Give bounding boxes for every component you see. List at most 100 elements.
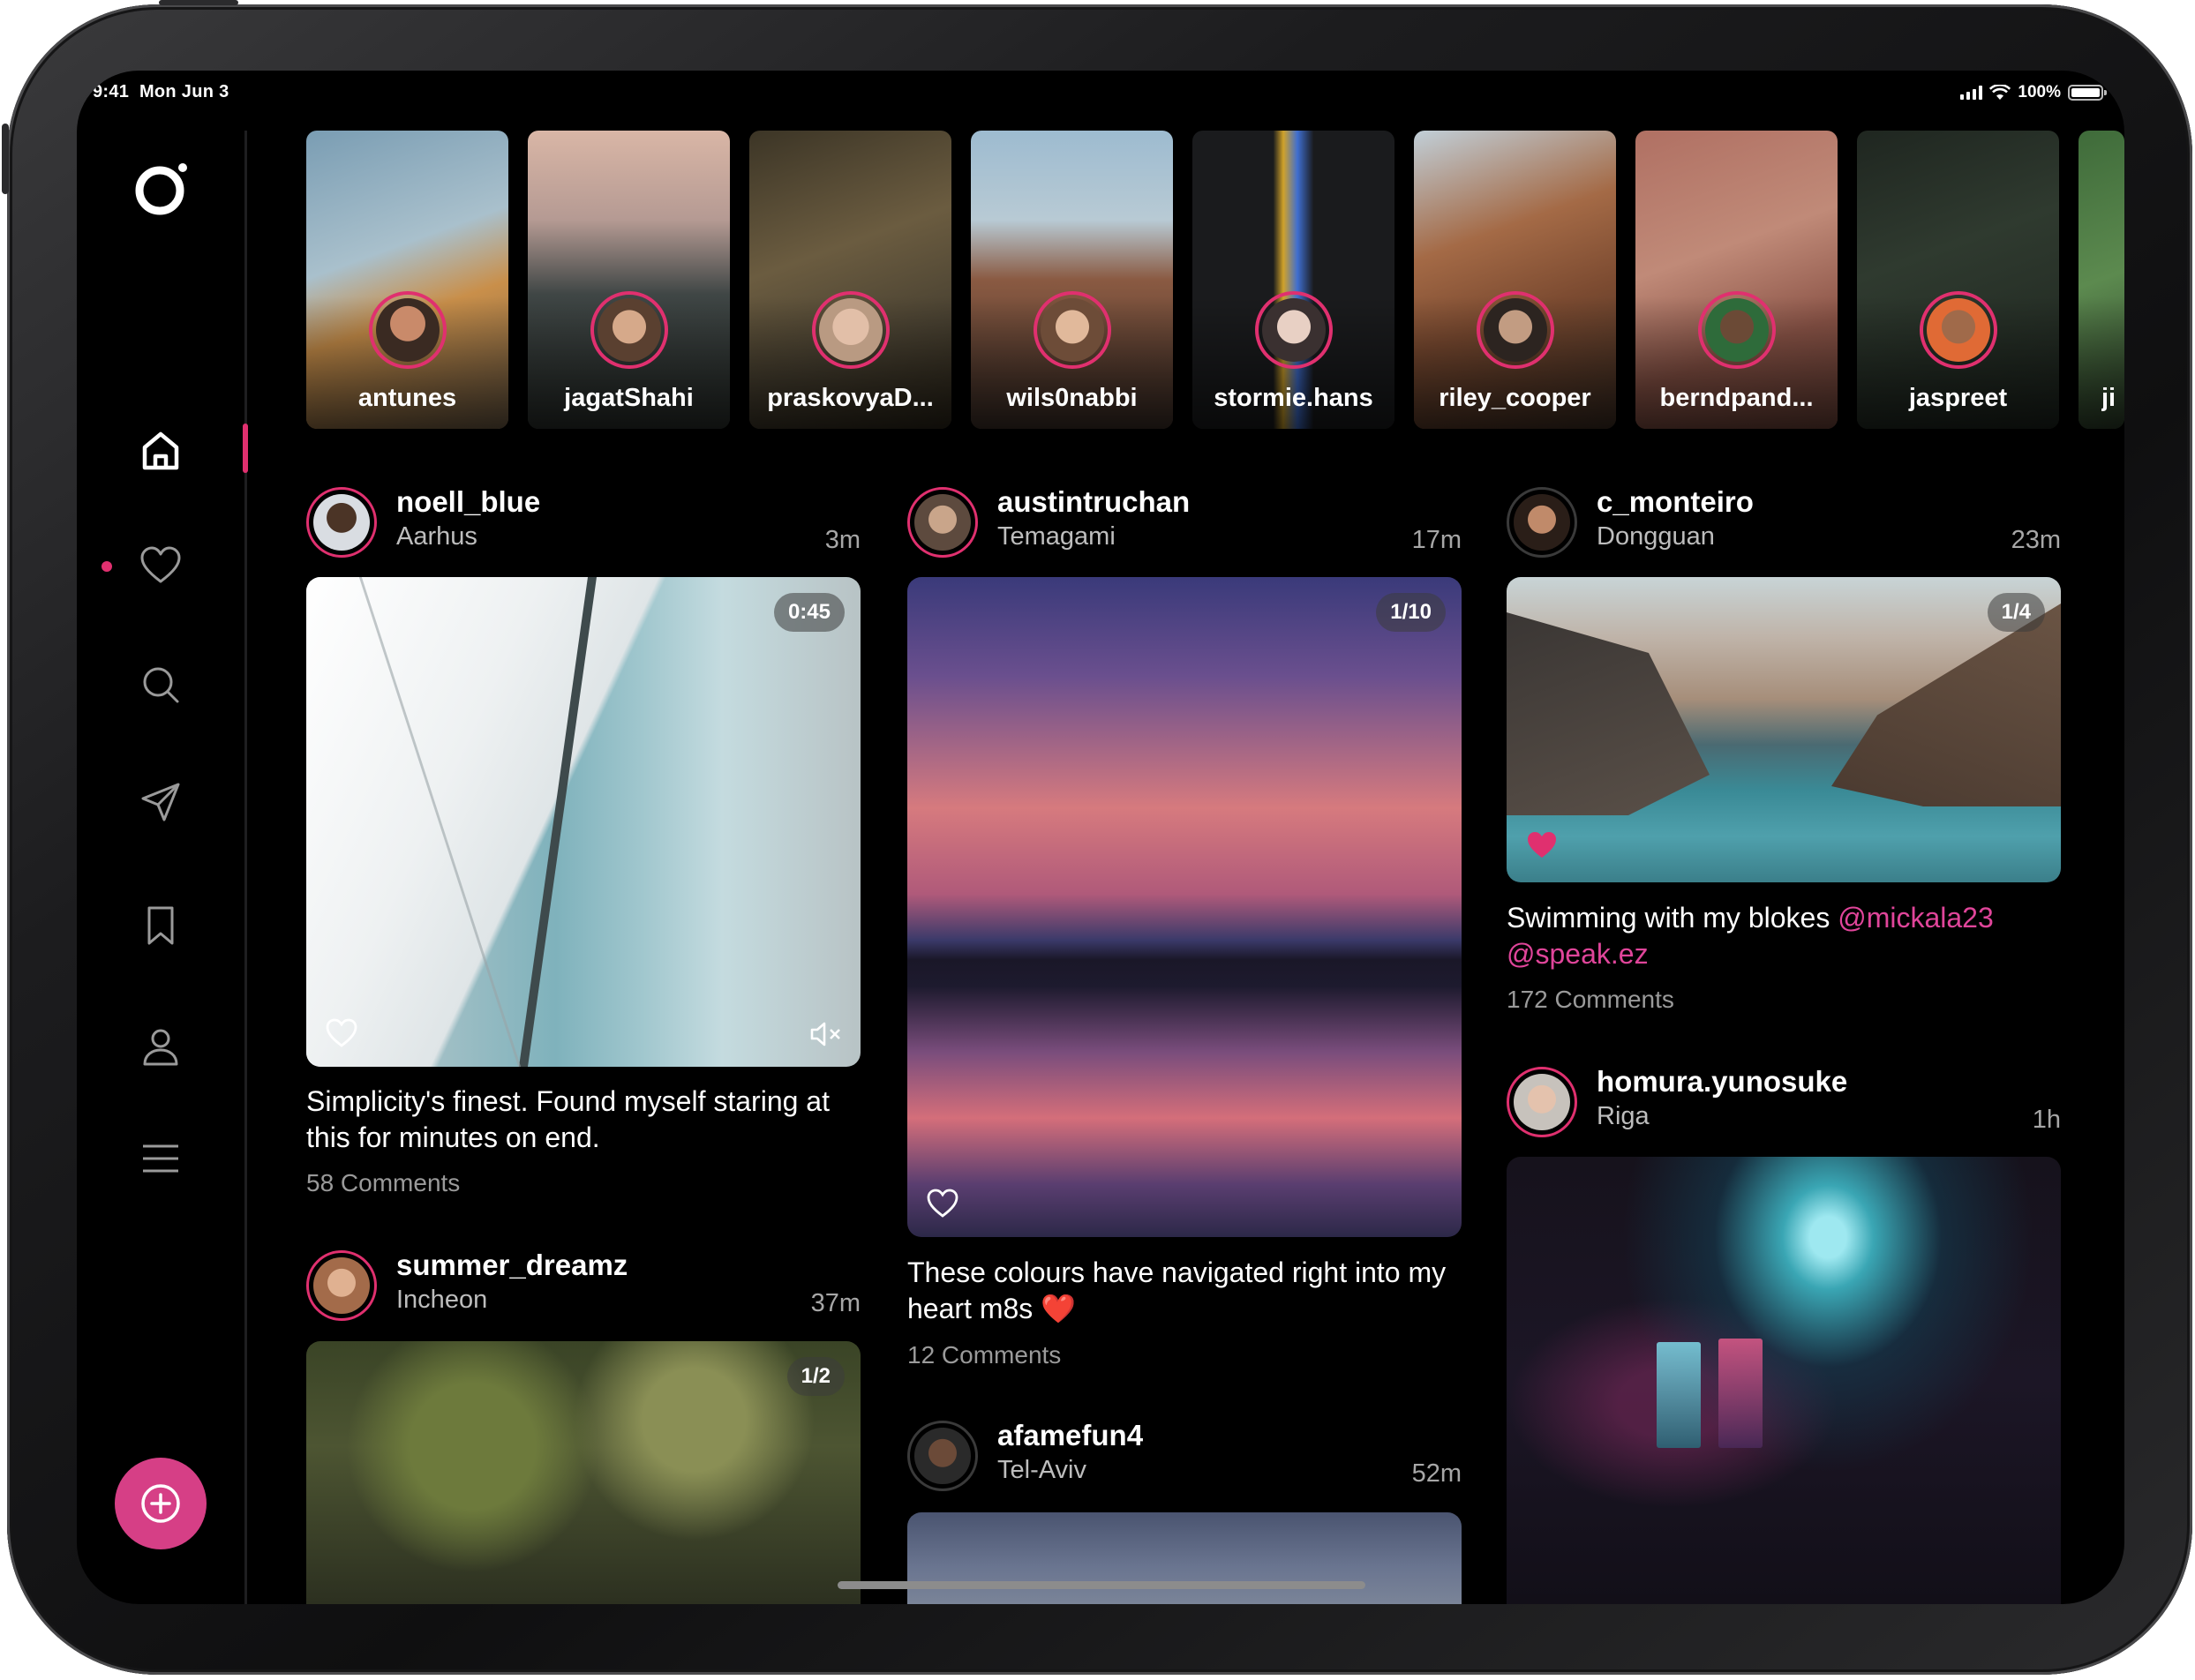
mention-link[interactable]: @speak.ez (1507, 938, 1649, 970)
post-location: Dongguan (1597, 522, 1715, 551)
post-username[interactable]: noell_blue (396, 485, 540, 519)
post-time: 1h (2032, 1106, 2061, 1134)
story-card[interactable]: jagatShahi (528, 131, 730, 429)
nav-messages-button[interactable] (133, 775, 188, 829)
comments-link[interactable]: 172 Comments (1507, 986, 1674, 1014)
post-header: austintruchan Temagami 17m (907, 485, 1462, 559)
top-button (159, 0, 238, 5)
story-card[interactable]: praskovyaD... (749, 131, 951, 429)
notification-dot (101, 561, 112, 572)
post-username[interactable]: c_monteiro (1597, 485, 1754, 519)
nav-search-button[interactable] (133, 657, 188, 712)
post-image (306, 1341, 861, 1604)
story-avatar (1698, 291, 1776, 369)
story-avatar (1034, 291, 1111, 369)
post-username[interactable]: homura.yunosuke (1597, 1065, 1847, 1099)
post-caption: Simplicity's finest. Found myself starin… (306, 1085, 830, 1153)
profile-icon (143, 1029, 178, 1066)
mention-link[interactable]: @mickala23 (1838, 902, 1994, 934)
battery-percent: 100% (2018, 83, 2061, 101)
video-duration-badge: 0:45 (773, 593, 845, 632)
nav-profile-button[interactable] (133, 1019, 188, 1074)
bookmark-icon (147, 906, 174, 945)
mute-icon[interactable] (809, 1021, 843, 1047)
story-username: berndpand... (1659, 384, 1814, 412)
post-header: homura.yunosuke Riga 1h (1507, 1065, 2061, 1139)
carousel-counter: 1/4 (1987, 593, 2045, 632)
post-media[interactable] (1507, 1157, 2061, 1604)
story-card[interactable]: riley_cooper (1414, 131, 1616, 429)
post-time: 37m (810, 1289, 861, 1317)
avatar[interactable] (1507, 1067, 1577, 1137)
post-media[interactable]: 1/2 (306, 1341, 861, 1604)
battery-icon (2068, 85, 2107, 101)
post-header: noell_blue Aarhus 3m (306, 485, 861, 559)
story-username: antunes (357, 384, 457, 412)
liked-heart-icon[interactable] (1524, 828, 1560, 863)
post-location: Riga (1597, 1102, 1650, 1130)
post-time: 52m (1411, 1459, 1462, 1488)
story-username: wils0nabbi (1006, 384, 1138, 412)
story-avatar (1477, 291, 1554, 369)
avatar[interactable] (1507, 487, 1577, 558)
story-username: jagatShahi (564, 384, 694, 412)
post-image (1507, 1157, 2061, 1604)
post-image (907, 1512, 1462, 1604)
sidebar (77, 71, 246, 1604)
nav-saved-button[interactable] (133, 898, 188, 953)
create-post-button[interactable] (115, 1458, 207, 1549)
post-media[interactable]: 1/10 (907, 577, 1462, 1237)
post-header: afamefun4 Tel-Aviv 52m (907, 1419, 1462, 1493)
signal-icon (1960, 86, 1983, 100)
heart-icon (140, 546, 181, 583)
story-card[interactable]: ji (2078, 131, 2124, 429)
story-username: stormie.hans (1214, 384, 1373, 412)
send-icon (141, 783, 180, 821)
story-avatar (590, 291, 668, 369)
story-card[interactable]: wils0nabbi (971, 131, 1173, 429)
status-icons: 100% (1960, 83, 2107, 102)
post-header: summer_dreamz Incheon 37m (306, 1249, 861, 1323)
screen: 9:41 Mon Jun 3 100% antunes jagatShahi p… (77, 71, 2124, 1604)
like-icon[interactable] (925, 1186, 960, 1221)
home-indicator (838, 1581, 1365, 1589)
nav-menu-button[interactable] (133, 1131, 188, 1186)
caption-text: Swimming with my blokes (1507, 902, 1830, 934)
story-username: jaspreet (1908, 384, 2008, 412)
post-media[interactable]: 0:45 (306, 577, 861, 1067)
sidebar-divider (244, 131, 247, 1604)
heart-emoji: ❤️ (1041, 1293, 1077, 1324)
post-time: 3m (824, 526, 861, 554)
home-icon (142, 431, 179, 470)
post-image (907, 577, 1462, 1237)
post-location: Aarhus (396, 522, 477, 551)
post-username[interactable]: afamefun4 (997, 1419, 1143, 1452)
story-card[interactable]: berndpand... (1635, 131, 1838, 429)
post-media[interactable]: 1/4 (1507, 577, 2061, 882)
post-time: 17m (1411, 526, 1462, 554)
avatar[interactable] (907, 1421, 978, 1491)
comments-link[interactable]: 12 Comments (907, 1341, 1061, 1369)
post-username[interactable]: summer_dreamz (396, 1249, 628, 1282)
story-card[interactable]: jaspreet (1857, 131, 2059, 429)
avatar[interactable] (306, 1250, 377, 1321)
active-nav-indicator (243, 424, 248, 473)
vending-machine (1657, 1342, 1701, 1448)
post-media[interactable] (907, 1512, 1462, 1604)
nav-activity-button[interactable] (133, 538, 188, 593)
plus-circle-icon (141, 1484, 180, 1523)
avatar[interactable] (306, 487, 377, 558)
story-avatar (812, 291, 890, 369)
nav-home-button[interactable] (133, 424, 188, 478)
post-username[interactable]: austintruchan (997, 485, 1190, 519)
side-button (2, 124, 9, 194)
like-icon[interactable] (324, 1016, 359, 1051)
story-card[interactable]: antunes (306, 131, 508, 429)
vending-machine (1718, 1339, 1763, 1448)
post-header: c_monteiro Dongguan 23m (1507, 485, 2061, 559)
comments-link[interactable]: 58 Comments (306, 1169, 460, 1197)
story-card[interactable]: stormie.hans (1192, 131, 1394, 429)
avatar[interactable] (907, 487, 978, 558)
carousel-counter: 1/2 (786, 1357, 845, 1396)
wifi-icon (1989, 85, 2011, 100)
